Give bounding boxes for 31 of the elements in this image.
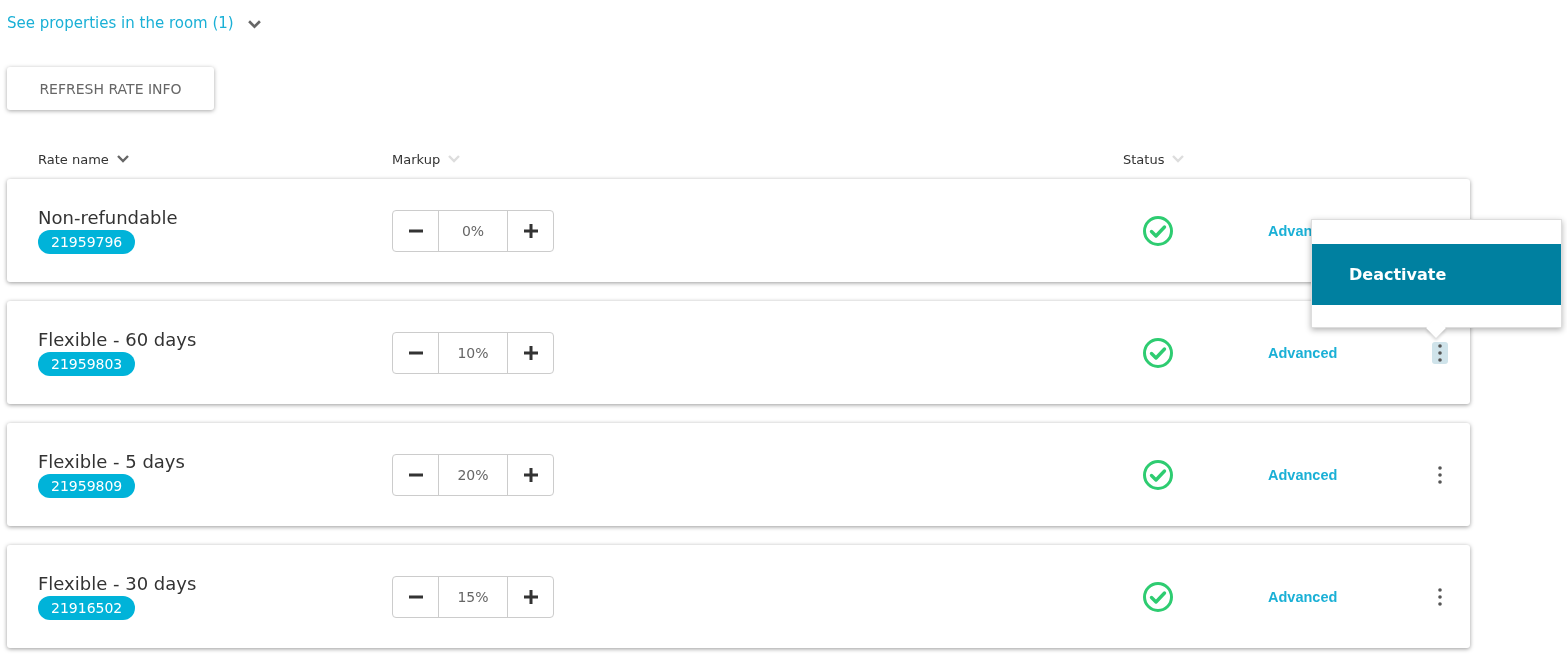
more-options-icon <box>1438 587 1442 606</box>
plus-icon <box>523 223 538 238</box>
rate-id-badge: 21959809 <box>38 474 136 498</box>
chevron-icon[interactable] <box>116 155 129 163</box>
rate-id-badge: 21959796 <box>38 230 136 254</box>
rate-id-badge: 21916502 <box>38 596 136 620</box>
rate-name: Flexible - 60 days <box>38 329 197 351</box>
markup-value: 10% <box>438 332 508 373</box>
rate-name: Flexible - 30 days <box>38 573 197 595</box>
plus-icon <box>523 589 538 604</box>
menu-item[interactable]: Deactivate <box>1312 243 1561 305</box>
plus-icon <box>523 467 538 482</box>
markup-value: 20% <box>438 454 508 495</box>
column-header[interactable]: Status <box>1123 151 1165 167</box>
markup-stepper[interactable]: 15% <box>392 575 554 618</box>
markup-stepper[interactable]: 20% <box>392 453 554 496</box>
markup-stepper[interactable]: 0% <box>392 209 554 252</box>
plus-icon <box>523 345 538 360</box>
column-header[interactable]: Markup <box>392 151 441 167</box>
more-options-icon <box>1438 343 1442 362</box>
more-options-icon <box>1438 465 1442 484</box>
markup-value: 15% <box>438 576 508 617</box>
rate-name: Flexible - 5 days <box>38 451 185 473</box>
chevron-icon[interactable] <box>247 20 261 29</box>
rate-id-badge: 21959803 <box>38 352 136 376</box>
markup-value: 0% <box>438 210 508 251</box>
rate-name: Non-refundable <box>38 207 178 229</box>
more-options-button[interactable] <box>1432 341 1448 364</box>
markup-stepper[interactable]: 10% <box>392 331 554 374</box>
refresh-button[interactable]: REFRESH RATE INFO <box>7 67 214 110</box>
column-header[interactable]: Rate name <box>38 151 109 167</box>
